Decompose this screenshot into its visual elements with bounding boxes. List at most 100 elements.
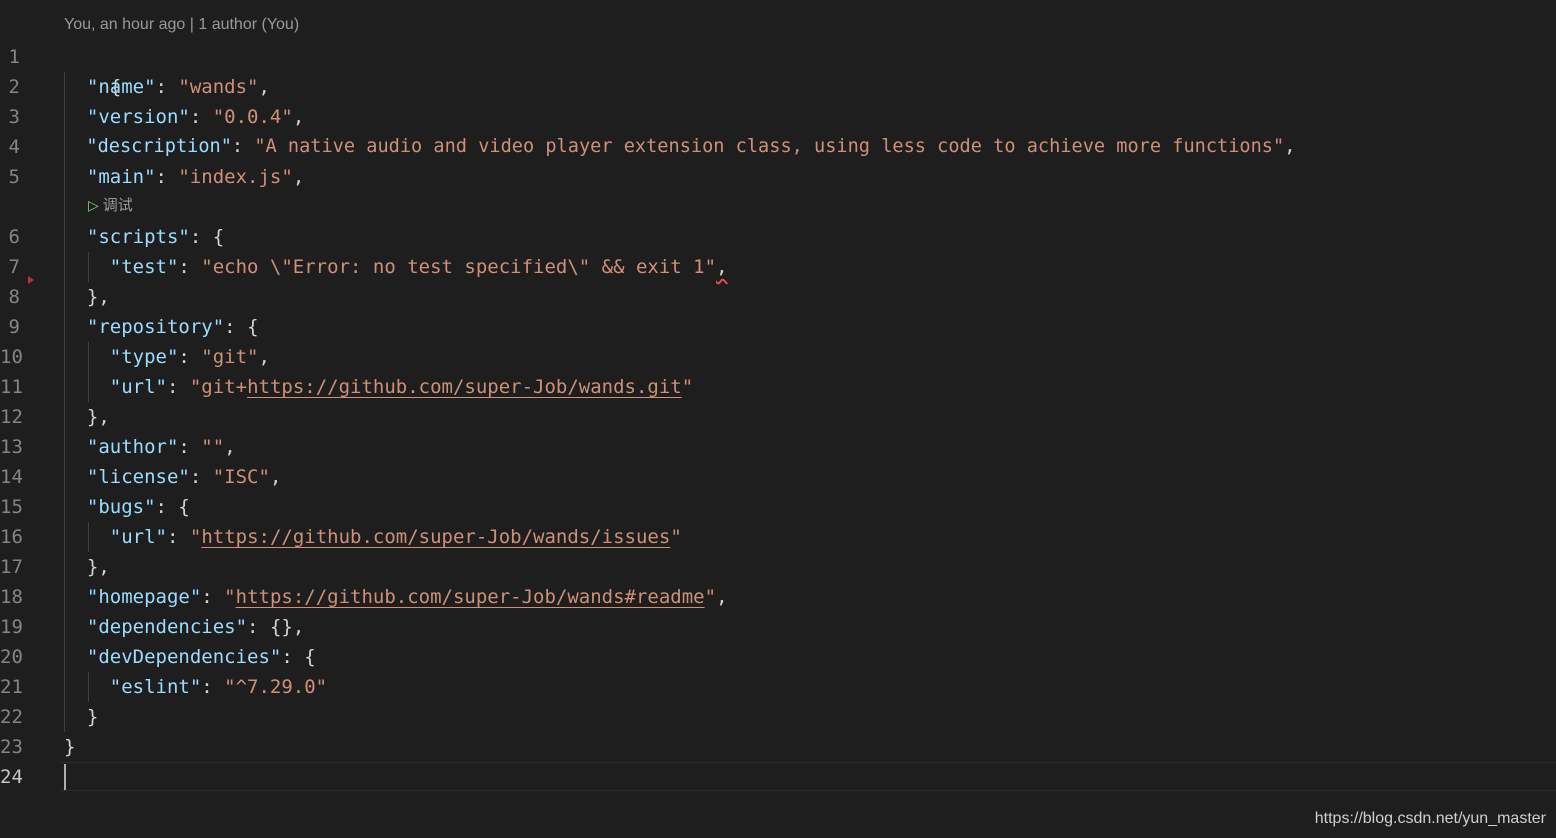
line-number[interactable]: 15 (0, 492, 23, 522)
code-line-18[interactable]: "homepage": "https://github.com/super-Jo… (64, 582, 728, 612)
line-number[interactable]: 16 (0, 522, 23, 552)
json-colon: : (201, 586, 225, 608)
empty-object: {}, (269, 616, 305, 638)
json-key: "url" (109, 376, 167, 398)
dirty-diff-marker-icon[interactable] (28, 276, 34, 284)
line-number[interactable]: 5 (0, 162, 20, 192)
close-brace: }, (86, 406, 110, 428)
code-line-20[interactable]: "devDependencies": { (64, 642, 316, 672)
code-line-9[interactable]: "repository": { (64, 312, 259, 342)
json-colon: : (231, 136, 255, 157)
json-key: "main" (86, 166, 156, 188)
line-number[interactable]: 3 (0, 102, 20, 132)
json-comma: , (292, 166, 305, 188)
code-line-6[interactable]: "scripts": { (64, 222, 224, 252)
json-key: "devDependencies" (86, 646, 282, 668)
code-line-2[interactable]: "name": "wands", (64, 72, 270, 102)
json-key: "homepage" (86, 586, 202, 608)
json-key: "bugs" (86, 496, 156, 518)
json-comma: , (1284, 136, 1296, 157)
code-line-14[interactable]: "license": "ISC", (64, 462, 282, 492)
code-editor[interactable]: You, an hour ago | 1 author (You) 1 2 3 … (0, 0, 1556, 838)
codelens-author-info[interactable]: You, an hour ago | 1 author (You) (64, 14, 299, 36)
line-number[interactable]: 14 (0, 462, 23, 492)
json-string-value: "A native audio and video player extensi… (254, 136, 1285, 157)
line-number[interactable]: 20 (0, 642, 23, 672)
debug-script-lens[interactable]: ▷ 调试 (88, 193, 133, 217)
json-colon: : (178, 256, 202, 278)
json-colon: : (189, 106, 213, 128)
close-brace: }, (86, 556, 110, 578)
json-string-suffix: " (704, 586, 717, 608)
json-colon: : (155, 76, 179, 98)
code-line-12[interactable]: }, (64, 402, 110, 432)
code-line-21[interactable]: "eslint": "^7.29.0" (64, 672, 327, 702)
code-line-10[interactable]: "type": "git", (64, 342, 270, 372)
json-key: "url" (109, 526, 167, 548)
code-line-11[interactable]: "url": "git+https://github.com/super-Job… (64, 372, 693, 402)
line-number[interactable]: 4 (0, 132, 20, 162)
url-link[interactable]: https://github.com/super-Job/wands#readm… (236, 586, 705, 608)
code-line-5[interactable]: "main": "index.js", (64, 162, 304, 192)
code-line-7[interactable]: "test": "echo \"Error: no test specified… (64, 252, 728, 282)
json-string-value: "wands" (178, 76, 259, 98)
line-number[interactable]: 11 (0, 372, 23, 402)
json-comma: , (224, 436, 236, 458)
line-number[interactable]: 13 (0, 432, 23, 462)
line-number[interactable]: 12 (0, 402, 23, 432)
json-comma: , (258, 346, 270, 368)
url-link[interactable]: https://github.com/super-Job/wands/issue… (201, 526, 670, 548)
line-number[interactable]: 21 (0, 672, 23, 702)
open-brace: { (304, 646, 316, 668)
line-number[interactable]: 9 (0, 312, 20, 342)
json-key: "name" (86, 76, 156, 98)
json-comma: , (269, 466, 282, 488)
json-colon: : (155, 166, 179, 188)
json-colon: : (178, 346, 202, 368)
json-colon: : (166, 376, 190, 398)
json-string-value: "index.js" (178, 166, 293, 188)
json-key: "author" (86, 436, 179, 458)
code-line-17[interactable]: }, (64, 552, 110, 582)
code-line-8[interactable]: }, (64, 282, 110, 312)
code-line-22[interactable]: } (64, 702, 98, 732)
code-line-23[interactable]: } (64, 732, 75, 762)
code-line-16[interactable]: "url": "https://github.com/super-Job/wan… (64, 522, 682, 552)
line-number[interactable]: 23 (0, 732, 23, 762)
json-key: "eslint" (109, 676, 202, 698)
code-line-3[interactable]: "version": "0.0.4", (64, 102, 304, 132)
code-line-13[interactable]: "author": "", (64, 432, 236, 462)
line-number[interactable]: 17 (0, 552, 23, 582)
json-colon: : (166, 526, 190, 548)
line-number[interactable]: 7 (0, 252, 20, 282)
debug-lens-label: 调试 (102, 197, 133, 214)
json-string-prefix: " (189, 526, 202, 548)
json-key: "repository" (86, 316, 225, 338)
current-line-highlight (60, 762, 1556, 791)
line-number-current[interactable]: 24 (0, 762, 23, 792)
line-number[interactable]: 2 (0, 72, 20, 102)
json-colon: : (247, 616, 270, 638)
line-number[interactable]: 1 (0, 42, 20, 72)
line-number[interactable]: 18 (0, 582, 23, 612)
close-brace: } (64, 736, 76, 758)
json-colon: : (189, 466, 213, 488)
json-colon: : (281, 646, 305, 668)
line-number[interactable]: 6 (0, 222, 20, 252)
json-colon: : (189, 226, 213, 248)
json-colon: : (178, 436, 202, 458)
play-icon: ▷ (88, 197, 99, 213)
trailing-comma-error[interactable]: , (716, 256, 727, 278)
url-link[interactable]: https://github.com/super-Job/wands.git (247, 376, 682, 398)
code-line-4[interactable]: "description": "A native audio and video… (64, 132, 1295, 162)
line-number[interactable]: 22 (0, 702, 23, 732)
code-line-1[interactable]: { (64, 42, 121, 98)
line-number[interactable]: 10 (0, 342, 23, 372)
line-number[interactable]: 8 (0, 282, 20, 312)
line-number[interactable]: 19 (0, 612, 23, 642)
json-string-suffix: " (681, 376, 694, 398)
code-line-15[interactable]: "bugs": { (64, 492, 190, 522)
code-line-19[interactable]: "dependencies": {}, (64, 612, 304, 642)
json-string-value: "" (201, 436, 225, 458)
open-brace: { (212, 226, 225, 248)
